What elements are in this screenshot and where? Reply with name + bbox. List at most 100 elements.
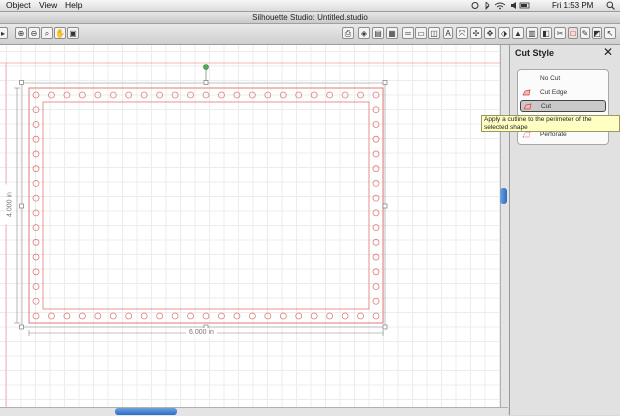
frame-dot bbox=[279, 312, 287, 320]
frame-dot bbox=[372, 91, 380, 99]
frame-dot bbox=[279, 91, 287, 99]
frame-dot bbox=[109, 312, 117, 320]
vertical-scrollbar-thumb[interactable] bbox=[500, 188, 507, 204]
cut-option-cut-edge[interactable]: Cut Edge bbox=[520, 87, 606, 99]
grid-icon[interactable]: ▦ bbox=[386, 27, 398, 39]
battery-icon bbox=[519, 2, 530, 9]
panel-title: Cut Style bbox=[515, 48, 555, 58]
frame-dot bbox=[156, 91, 164, 99]
horizontal-scrollbar-thumb[interactable] bbox=[115, 408, 177, 415]
frame-dot bbox=[372, 135, 380, 143]
pencil-icon[interactable]: ✎ bbox=[580, 27, 590, 39]
zoom-select-icon[interactable]: ⌕ bbox=[41, 27, 53, 39]
modify-icon[interactable]: ✥ bbox=[484, 27, 496, 39]
frame-dot bbox=[372, 297, 380, 305]
cut-option-cut[interactable]: Cut bbox=[520, 100, 606, 112]
frame-dot bbox=[140, 312, 148, 320]
frame-dot bbox=[48, 312, 55, 320]
frame-dot bbox=[48, 91, 55, 99]
frame-dot bbox=[63, 91, 71, 99]
window-title-bar: Silhouette Studio: Untitled.studio bbox=[0, 12, 620, 24]
frame-dot bbox=[372, 194, 380, 202]
frame-dot bbox=[32, 253, 40, 261]
spotlight-icon[interactable] bbox=[606, 1, 615, 10]
cut-style-list: No Cut Cut Edge Cut Perforate bbox=[517, 69, 609, 145]
align-icon[interactable]: ═ bbox=[402, 27, 414, 39]
text-style-icon[interactable]: A bbox=[443, 27, 453, 39]
frame-dot bbox=[171, 91, 179, 99]
store-icon[interactable]: ◧ bbox=[540, 27, 552, 39]
frame-dot bbox=[125, 91, 133, 99]
status-icons bbox=[471, 1, 530, 10]
frame-dot bbox=[32, 165, 40, 173]
offset-icon[interactable]: ◫ bbox=[428, 27, 440, 39]
menu-object[interactable]: Object bbox=[6, 0, 31, 11]
frame-dot bbox=[171, 312, 179, 320]
frame-dot bbox=[264, 312, 272, 320]
frame-dot bbox=[357, 312, 364, 320]
frame-dot bbox=[326, 312, 334, 320]
zoom-in-icon[interactable]: ⊕ bbox=[15, 27, 27, 39]
frame-dot bbox=[372, 179, 380, 187]
frame-inner bbox=[42, 101, 370, 310]
line-style-icon[interactable]: ▤ bbox=[372, 27, 384, 39]
wifi-icon bbox=[494, 2, 506, 10]
trace-icon[interactable]: ▲ bbox=[512, 27, 524, 39]
frame-dot bbox=[78, 312, 86, 320]
cut-settings-icon[interactable]: ✂ bbox=[554, 27, 566, 39]
frame-dot bbox=[357, 91, 364, 99]
sync-icon bbox=[471, 2, 479, 9]
transform-icon[interactable]: ⤧ bbox=[456, 27, 468, 39]
frame-dot bbox=[202, 91, 210, 99]
frame-dot bbox=[233, 91, 241, 99]
volume-icon bbox=[511, 2, 516, 9]
scroll-left-button[interactable]: ▸ bbox=[0, 27, 8, 39]
frame-dot bbox=[372, 209, 380, 217]
menubar-clock: Fri 1:53 PM bbox=[552, 1, 594, 10]
cut-icon bbox=[523, 103, 532, 110]
frame-dot bbox=[32, 238, 40, 246]
menu-help[interactable]: Help bbox=[65, 0, 82, 11]
selection-box bbox=[21, 82, 386, 328]
frame-dot bbox=[32, 150, 40, 158]
zoom-out-icon[interactable]: ⊖ bbox=[28, 27, 40, 39]
frame-dot bbox=[341, 312, 349, 320]
frame-dot bbox=[310, 312, 318, 320]
replicate-icon[interactable]: ▭ bbox=[415, 27, 427, 39]
select-arrow-icon[interactable]: ↖ bbox=[604, 27, 616, 39]
frame-dot bbox=[202, 312, 210, 320]
design-canvas[interactable]: 6.000 in 4.000 in bbox=[0, 45, 500, 407]
bluetooth-icon bbox=[485, 1, 490, 10]
eraser-icon[interactable]: ◩ bbox=[592, 27, 602, 39]
height-label: 4.000 in bbox=[5, 184, 15, 225]
fill-color-icon[interactable]: □ bbox=[568, 27, 578, 39]
frame-dot bbox=[372, 106, 380, 114]
cut-option-label: No Cut bbox=[540, 75, 561, 82]
frame-dot bbox=[233, 312, 241, 320]
frame-dot bbox=[32, 135, 40, 143]
selection-handles bbox=[19, 80, 388, 330]
frame-dot bbox=[156, 312, 164, 320]
menu-view[interactable]: View bbox=[39, 0, 57, 11]
rotate-icon[interactable]: ✣ bbox=[470, 27, 482, 39]
frame-dot bbox=[248, 91, 256, 99]
fit-page-icon[interactable]: ▣ bbox=[67, 27, 79, 39]
fill-icon[interactable]: ◈ bbox=[358, 27, 370, 39]
frame-dot bbox=[372, 312, 380, 320]
frame-dot bbox=[372, 150, 380, 158]
frame-dot bbox=[295, 91, 303, 99]
cut-option-no-cut[interactable]: No Cut bbox=[520, 73, 606, 85]
frame-dot bbox=[310, 91, 318, 99]
frame-dot bbox=[248, 312, 256, 320]
frame-dot bbox=[78, 91, 86, 99]
vertical-scrollbar[interactable] bbox=[500, 45, 509, 407]
rotate-handle bbox=[203, 64, 209, 70]
pan-hand-icon[interactable]: ✋ bbox=[54, 27, 66, 39]
weld-icon[interactable]: ⬗ bbox=[498, 27, 510, 39]
frame-dot bbox=[372, 238, 380, 246]
print-icon[interactable]: ⎙ bbox=[342, 27, 354, 39]
close-icon[interactable]: ✕ bbox=[603, 46, 613, 58]
frame-dot bbox=[140, 91, 148, 99]
library-icon[interactable]: ▥ bbox=[526, 27, 538, 39]
tooltip: Apply a cutline to the perimeter of the … bbox=[481, 115, 620, 132]
